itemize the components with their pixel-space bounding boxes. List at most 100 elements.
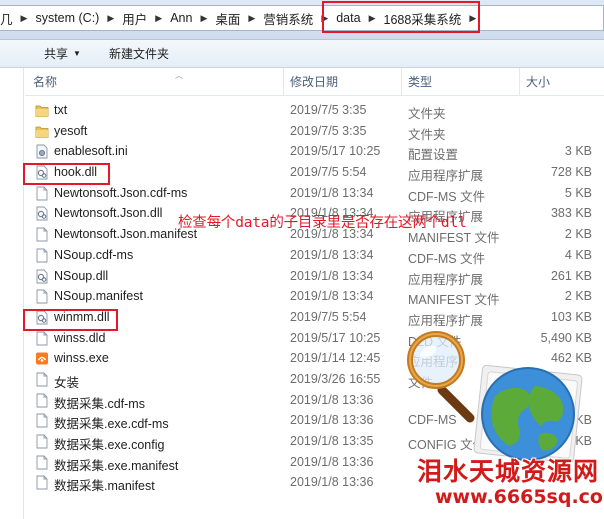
annotation-text: 检查每个data的子目录里是否存在这两个dll (178, 215, 467, 231)
magnifier-globe-logo (407, 331, 583, 464)
column-header-name[interactable]: 名称 (25, 68, 280, 96)
address-bar-area: 几 ▶ system (C:) ▶ 用户 ▶ Ann ▶ 桌面 ▶ 营销系统 ▶… (0, 0, 604, 40)
file-name: yesoft (54, 123, 88, 138)
chevron-right-icon[interactable]: ▶ (316, 13, 333, 24)
file-row[interactable]: NSoup.manifest 2019/1/8 13:34 MANIFEST 文件 2… (25, 286, 604, 307)
file-date: 2019/1/14 12:45 (290, 351, 381, 366)
file-row[interactable]: enablesoft.ini 2019/5/17 10:25 配置设置 3 KB (25, 141, 604, 162)
dll-file-icon (35, 206, 49, 221)
file-type: MANIFEST 文件 (408, 293, 500, 308)
breadcrumb-item-1688[interactable]: 1688采集系统 (381, 6, 465, 30)
chevron-right-icon[interactable]: ▶ (16, 13, 33, 24)
file-name: 数据采集.cdf-ms (54, 396, 145, 411)
dll-file-icon (35, 165, 49, 180)
file-date: 2019/1/8 13:34 (290, 185, 374, 200)
file-size: 3 KB (564, 144, 592, 159)
file-row[interactable]: Newtonsoft.Json.cdf-ms 2019/1/8 13:34 CDF-… (25, 183, 604, 204)
file-type: 应用程序扩展 (408, 169, 484, 184)
chevron-right-icon[interactable]: ▶ (195, 13, 212, 24)
file-size: 261 KB (550, 268, 592, 283)
file-name: Newtonsoft.Json.cdf-ms (54, 185, 188, 200)
file-name: 数据采集.exe.config (54, 438, 165, 452)
file-size: 2 KB (564, 227, 592, 242)
file-name: NSoup.manifest (54, 289, 143, 304)
file-date: 2019/1/8 13:34 (290, 247, 374, 262)
exe-app-icon (35, 351, 49, 366)
breadcrumb-item-desktop[interactable]: 桌面 (212, 6, 243, 30)
file-row[interactable]: yesoft 2019/7/5 3:35 文件夹 (25, 121, 604, 142)
breadcrumb-item-users[interactable]: 用户 (119, 6, 150, 30)
file-date: 2019/7/5 3:35 (290, 103, 367, 117)
watermark-url: www.6665sq.com (435, 486, 604, 508)
chevron-right-icon[interactable]: ▶ (364, 13, 381, 24)
file-icon (35, 248, 49, 263)
file-row[interactable]: winmm.dll 2019/7/5 5:54 应用程序扩展 103 KB (25, 307, 604, 328)
folder-icon (35, 103, 49, 118)
file-icon (35, 289, 49, 304)
file-name: 数据采集.manifest (54, 479, 155, 494)
file-date: 2019/5/17 10:25 (290, 330, 381, 345)
file-date: 2019/1/8 13:36 (290, 454, 374, 469)
address-bar[interactable]: 几 ▶ system (C:) ▶ 用户 ▶ Ann ▶ 桌面 ▶ 营销系统 ▶… (0, 5, 604, 31)
breadcrumb-item-marketing[interactable]: 营销系统 (260, 6, 316, 30)
file-name: winss.exe (54, 351, 109, 366)
chevron-right-icon[interactable]: ▶ (150, 13, 167, 24)
folder-icon (35, 124, 49, 139)
file-name: NSoup.dll (54, 268, 109, 283)
new-folder-button[interactable]: 新建文件夹 (93, 40, 181, 68)
file-icon (35, 227, 49, 242)
watermark-title: 泪水天城资源网 (417, 457, 600, 486)
chevron-right-icon[interactable]: ▶ (102, 13, 119, 24)
file-name: Newtonsoft.Json.dll (54, 206, 163, 221)
file-size: 383 KB (550, 206, 592, 221)
file-date: 2019/1/8 13:34 (290, 268, 374, 283)
file-icon (35, 475, 49, 490)
chevron-right-icon[interactable]: ▶ (243, 13, 260, 24)
file-name: winmm.dll (54, 309, 110, 324)
file-row[interactable]: txt 2019/7/5 3:35 文件夹 (25, 100, 604, 121)
file-size: 5 KB (564, 185, 592, 200)
chevron-right-icon[interactable]: ▶ (464, 13, 481, 24)
file-name: NSoup.cdf-ms (54, 247, 134, 262)
file-size: 103 KB (550, 309, 592, 324)
caret-down-icon: ▼ (73, 49, 81, 58)
file-date: 2019/7/5 5:54 (290, 165, 367, 180)
file-name: winss.dld (54, 330, 106, 345)
file-date: 2019/1/8 13:36 (290, 392, 374, 407)
file-icon (35, 455, 49, 470)
column-header-size[interactable]: 大小 (519, 68, 604, 96)
column-header-date[interactable]: 修改日期 (283, 68, 401, 96)
file-name: 数据采集.exe.cdf-ms (54, 417, 169, 432)
command-toolbar: 共享 ▼ 新建文件夹 (0, 40, 604, 68)
new-folder-label: 新建文件夹 (108, 47, 169, 61)
file-type: 配置设置 (408, 148, 459, 163)
config-file-icon (35, 144, 49, 159)
file-type: 文件夹 (408, 127, 446, 142)
file-type: 应用程序扩展 (408, 313, 484, 328)
file-row[interactable]: NSoup.cdf-ms 2019/1/8 13:34 CDF-MS 文件 4 KB (25, 245, 604, 266)
file-type: 文件夹 (408, 107, 446, 121)
file-type: CDF-MS 文件 (408, 189, 486, 204)
file-icon (35, 186, 49, 201)
column-header-type[interactable]: 类型 (401, 68, 519, 96)
share-button[interactable]: 共享 ▼ (0, 40, 93, 68)
dll-file-icon (35, 310, 49, 325)
file-date: 2019/7/5 3:35 (290, 123, 367, 138)
file-date: 2019/1/8 13:35 (290, 434, 374, 448)
column-header-row: ︿ 名称 修改日期 类型 大小 (25, 68, 604, 96)
file-date: 2019/1/8 13:36 (290, 475, 374, 490)
file-size: 4 KB (564, 247, 592, 262)
breadcrumb-item-data[interactable]: data (333, 6, 363, 30)
breadcrumb-item-ann[interactable]: Ann (167, 6, 195, 30)
file-row[interactable]: NSoup.dll 2019/1/8 13:34 应用程序扩展 261 KB (25, 266, 604, 287)
file-date: 2019/5/17 10:25 (290, 144, 381, 159)
file-size: 2 KB (564, 289, 592, 304)
navigation-pane[interactable] (0, 68, 24, 519)
file-name: 女装 (54, 375, 80, 390)
breadcrumb-item-system[interactable]: system (C:) (32, 6, 102, 30)
file-type: CDF-MS 文件 (408, 251, 486, 266)
file-name: 数据采集.exe.manifest (54, 458, 179, 473)
file-row[interactable]: hook.dll 2019/7/5 5:54 应用程序扩展 728 KB (25, 162, 604, 183)
file-size: 728 KB (550, 165, 592, 180)
dll-file-icon (35, 269, 49, 284)
